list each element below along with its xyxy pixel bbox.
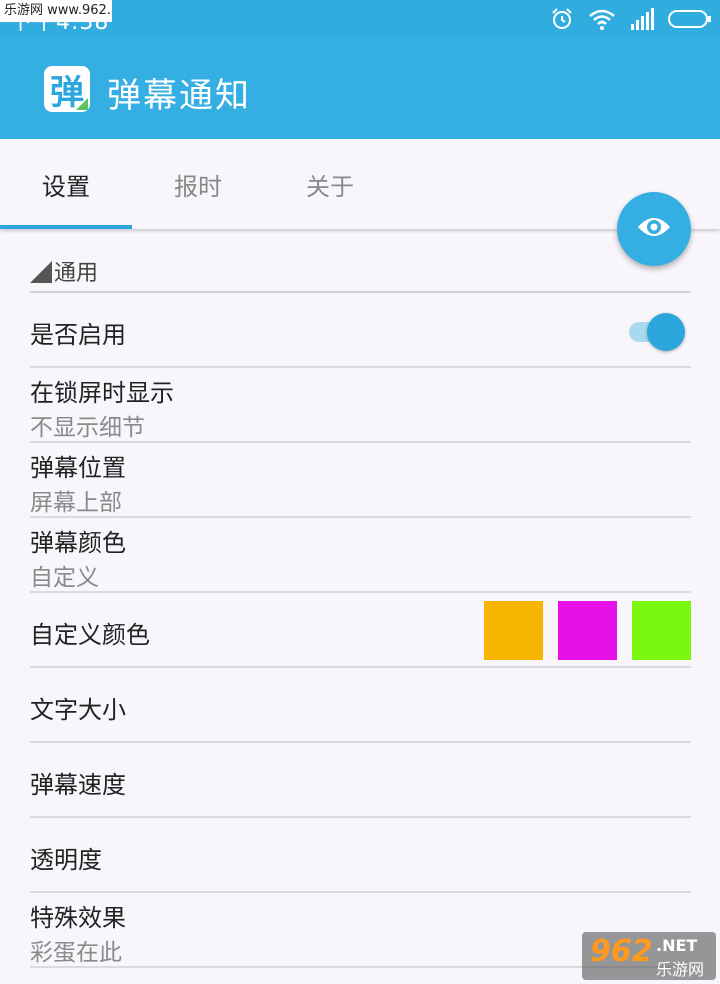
color-swatch-2[interactable] bbox=[558, 601, 617, 660]
watermark-number: 962 bbox=[590, 934, 653, 969]
setting-title: 弹幕位置 bbox=[30, 454, 126, 482]
setting-opacity[interactable]: 透明度 bbox=[30, 818, 691, 893]
color-swatch-1[interactable] bbox=[484, 601, 543, 660]
wifi-icon bbox=[588, 8, 616, 30]
site-watermark-logo: 962 .NET 乐游网 bbox=[582, 932, 716, 980]
setting-enable[interactable]: 是否启用 bbox=[30, 293, 691, 368]
app-title: 弹幕通知 bbox=[107, 76, 251, 116]
setting-custom-color[interactable]: 自定义颜色 bbox=[30, 593, 691, 668]
setting-title: 弹幕速度 bbox=[30, 771, 126, 799]
app-logo: 弹 bbox=[44, 66, 90, 112]
setting-value: 彩蛋在此 bbox=[30, 940, 122, 966]
enable-toggle[interactable] bbox=[629, 313, 685, 351]
setting-value: 屏幕上部 bbox=[30, 490, 122, 516]
color-swatch-3[interactable] bbox=[632, 601, 691, 660]
setting-color[interactable]: 弹幕颜色 自定义 bbox=[30, 518, 691, 593]
tab-settings-label: 设置 bbox=[42, 172, 90, 201]
tab-about[interactable]: 关于 bbox=[264, 139, 396, 229]
alarm-icon bbox=[550, 7, 574, 31]
status-icons bbox=[550, 4, 712, 34]
setting-title: 特殊效果 bbox=[30, 904, 126, 932]
tab-time-report[interactable]: 报时 bbox=[132, 139, 264, 229]
status-bar: 下午4:38 乐游网 www.962.net bbox=[0, 0, 720, 37]
section-title: 通用 bbox=[54, 261, 99, 286]
setting-position[interactable]: 弹幕位置 屏幕上部 bbox=[30, 443, 691, 518]
setting-title: 在锁屏时显示 bbox=[30, 379, 174, 407]
watermark-suffix: .NET bbox=[656, 936, 698, 955]
setting-title: 文字大小 bbox=[30, 696, 126, 724]
tab-bar: 设置 报时 关于 bbox=[0, 139, 720, 229]
settings-list: 通用 是否启用 在锁屏时显示 不显示细节 弹幕位置 屏幕上部 弹幕颜色 自定义 … bbox=[30, 229, 691, 968]
setting-title: 弹幕颜色 bbox=[30, 529, 126, 557]
tab-settings[interactable]: 设置 bbox=[0, 139, 132, 229]
color-swatches bbox=[484, 601, 691, 660]
app-bar: 弹 弹幕通知 bbox=[0, 37, 720, 139]
setting-title: 自定义颜色 bbox=[30, 621, 150, 649]
setting-title: 是否启用 bbox=[30, 321, 126, 349]
triangle-icon bbox=[30, 261, 52, 283]
setting-lockscreen[interactable]: 在锁屏时显示 不显示细节 bbox=[30, 368, 691, 443]
setting-text-size[interactable]: 文字大小 bbox=[30, 668, 691, 743]
battery-icon bbox=[668, 8, 712, 30]
setting-title: 透明度 bbox=[30, 846, 102, 874]
signal-icon bbox=[630, 8, 654, 30]
setting-value: 不显示细节 bbox=[30, 415, 145, 441]
tab-time-report-label: 报时 bbox=[174, 172, 222, 201]
toggle-thumb bbox=[647, 313, 685, 351]
section-header-general: 通用 bbox=[30, 229, 691, 293]
tab-about-label: 关于 bbox=[306, 172, 354, 201]
setting-speed[interactable]: 弹幕速度 bbox=[30, 743, 691, 818]
site-watermark: 乐游网 www.962.net bbox=[0, 0, 112, 22]
watermark-cn: 乐游网 bbox=[656, 960, 705, 979]
logo-corner-icon bbox=[76, 98, 88, 110]
setting-value: 自定义 bbox=[30, 565, 99, 591]
